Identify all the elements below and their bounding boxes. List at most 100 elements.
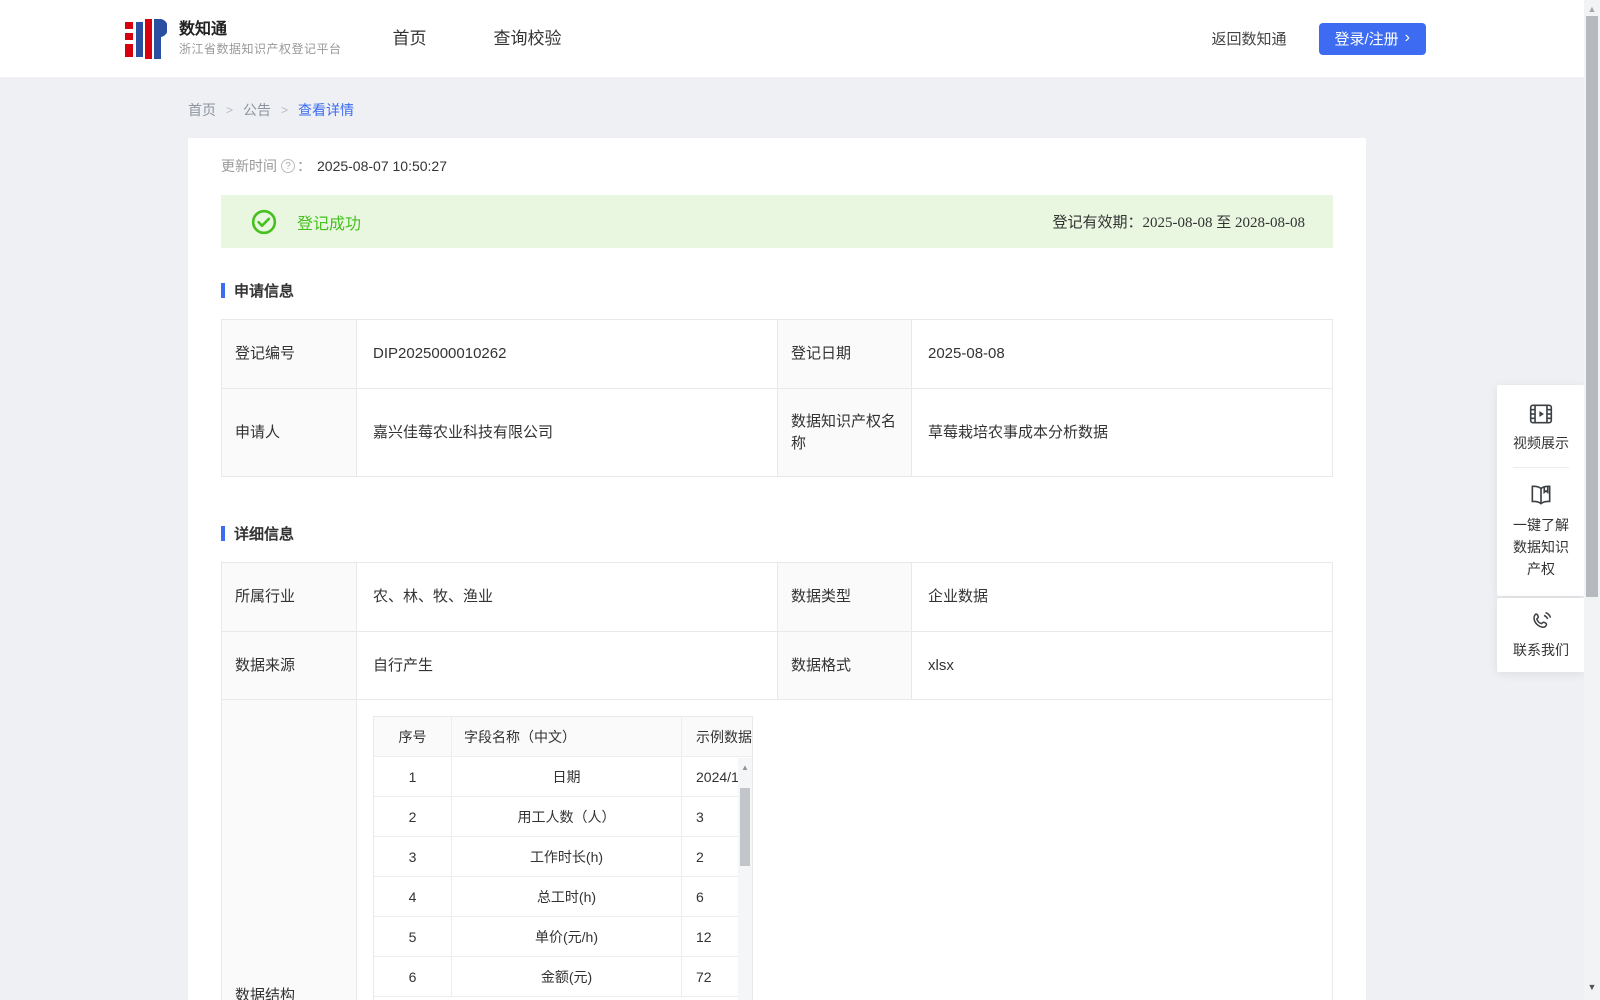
registration-number: DIP2025000010262	[357, 320, 778, 389]
data-ip-name: 草莓栽培农事成本分析数据	[912, 389, 1333, 477]
detail-info-table: 所属行业 农、林、牧、渔业 数据类型 企业数据 数据来源 自行产生 数据格式 x…	[221, 562, 1333, 1000]
column-header: 字段名称（中文）	[452, 717, 682, 756]
table-label: 所属行业	[222, 563, 357, 632]
top-nav: 首页 查询校验	[387, 0, 568, 78]
back-to-shuzhitong-link[interactable]: 返回数知通	[1211, 28, 1286, 49]
registration-date: 2025-08-08	[912, 320, 1333, 389]
table-cell: 5	[374, 917, 452, 956]
table-row: 5 单价(元/h) 12	[374, 917, 752, 957]
video-icon	[1529, 404, 1553, 424]
data-format-value: xlsx	[912, 632, 1333, 700]
table-cell: 3	[374, 837, 452, 876]
industry-value: 农、林、牧、渔业	[357, 563, 778, 632]
breadcrumb-home[interactable]: 首页	[188, 100, 216, 120]
section-detail-title: 详细信息	[234, 526, 295, 543]
section-application-title: 申请信息	[234, 283, 295, 300]
logo-title: 数知通	[179, 20, 228, 38]
update-time-value: 2025-08-07 10:50:27	[317, 158, 447, 174]
table-cell: 工作时长(h)	[452, 837, 682, 876]
table-row: 1 日期 2024/1/1	[374, 757, 752, 797]
book-icon	[1531, 485, 1551, 505]
logo-subtitle: 浙江省数据知识产权登记平台	[179, 41, 342, 56]
table-cell: 单价(元/h)	[452, 917, 682, 956]
learn-data-ip-label: 一键了解数据知识产权	[1513, 517, 1569, 577]
breadcrumb-separator: >	[226, 103, 234, 117]
table-label: 数据格式	[778, 632, 912, 700]
scroll-up-arrow-icon[interactable]: ▲	[738, 764, 752, 772]
section-bar	[221, 283, 225, 298]
learn-data-ip-item[interactable]: 一键了解数据知识产权	[1503, 482, 1579, 580]
logo[interactable]: 数知通 浙江省数据知识产权登记平台	[125, 17, 342, 61]
update-time-row: 更新时间 ? ： 2025-08-07 10:50:27	[221, 156, 1333, 176]
table-cell: 用工人数（人）	[452, 797, 682, 836]
column-header: 示例数据	[696, 728, 752, 745]
table-row: 6 金额(元) 72	[374, 957, 752, 997]
table-label: 数据知识产权名称	[778, 389, 912, 477]
table-label: 登记编号	[222, 320, 357, 389]
applicant-name: 嘉兴佳莓农业科技有限公司	[357, 389, 778, 477]
structure-table-body: 1 日期 2024/1/1 2 用工人数（人） 3 3 工作时长(h) 2 4 总工时(h) 6 5 单价…	[374, 757, 752, 997]
table-label: 登记日期	[778, 320, 912, 389]
data-source-value: 自行产生	[357, 632, 778, 700]
breadcrumb-announcement[interactable]: 公告	[243, 100, 271, 120]
validity-value: 2025-08-08 至 2028-08-08	[1142, 215, 1305, 231]
chevron-right-icon: ›	[1404, 28, 1410, 46]
scroll-up-arrow-icon[interactable]: ▲	[1584, 4, 1600, 14]
data-structure-cell: 序号 字段名称（中文） 示例数据 1 日期 2024/1/1 2 用工人数（人） 3 3 工作…	[357, 700, 1333, 1000]
validity-label: 登记有效期：	[1052, 215, 1143, 231]
nav-item-query-verify[interactable]: 查询校验	[488, 0, 568, 78]
table-row: 申请人 嘉兴佳莓农业科技有限公司 数据知识产权名称 草莓栽培农事成本分析数据	[222, 389, 1333, 477]
table-cell: 4	[374, 877, 452, 916]
floating-widget-panel: 视频展示 一键了解数据知识产权	[1497, 385, 1585, 596]
table-label: 数据类型	[778, 563, 912, 632]
contact-widget[interactable]: 联系我们	[1497, 598, 1585, 672]
content-card: 更新时间 ? ： 2025-08-07 10:50:27 登记成功 登记有效期：…	[188, 138, 1366, 1000]
table-cell: 6	[374, 957, 452, 996]
table-cell: 2	[374, 797, 452, 836]
table-cell: 1	[374, 757, 452, 796]
breadcrumb: 首页 > 公告 > 查看详情	[0, 78, 1600, 120]
section-detail-info: 详细信息	[221, 523, 1333, 544]
scroll-down-arrow-icon[interactable]: ▼	[1584, 982, 1600, 992]
banner-status: 登记成功	[251, 209, 361, 235]
section-bar	[221, 526, 225, 541]
status-text: 登记成功	[297, 215, 362, 233]
video-demo-item[interactable]: 视频展示	[1503, 401, 1579, 453]
table-row: 登记编号 DIP2025000010262 登记日期 2025-08-08	[222, 320, 1333, 389]
divider	[1513, 467, 1569, 468]
login-register-button[interactable]: 登录/注册 ›	[1318, 22, 1426, 55]
data-structure-label: 数据结构	[222, 700, 357, 1000]
logo-icon	[125, 18, 167, 59]
inner-scrollbar-thumb[interactable]	[740, 788, 750, 866]
update-time-label: 更新时间	[221, 158, 277, 174]
structure-table-header: 序号 字段名称（中文） 示例数据	[374, 717, 752, 757]
section-application-info: 申请信息	[221, 280, 1333, 301]
help-icon[interactable]: ?	[281, 159, 295, 173]
table-row: 3 工作时长(h) 2	[374, 837, 752, 877]
nav-item-home[interactable]: 首页	[387, 0, 433, 78]
table-row: 数据来源 自行产生 数据格式 xlsx	[222, 632, 1333, 700]
table-row: 2 用工人数（人） 3	[374, 797, 752, 837]
top-header: 数知通 浙江省数据知识产权登记平台 首页 查询校验 返回数知通 登录/注册 ›	[0, 0, 1600, 78]
column-header: 序号	[374, 717, 452, 756]
page: 数知通 浙江省数据知识产权登记平台 首页 查询校验 返回数知通 登录/注册 › …	[0, 0, 1600, 1000]
application-info-table: 登记编号 DIP2025000010262 登记日期 2025-08-08 申请…	[221, 319, 1333, 477]
page-scrollbar-thumb[interactable]	[1586, 16, 1598, 597]
table-cell: 总工时(h)	[452, 877, 682, 916]
logo-text: 数知通 浙江省数据知识产权登记平台	[179, 20, 342, 58]
breadcrumb-current: 查看详情	[298, 102, 355, 118]
page-scrollbar[interactable]: ▲ ▼	[1584, 0, 1600, 1000]
structure-table: 序号 字段名称（中文） 示例数据 1 日期 2024/1/1 2 用工人数（人） 3 3 工作…	[373, 716, 753, 1000]
table-cell: 日期	[452, 757, 682, 796]
video-demo-label: 视频展示	[1513, 435, 1569, 451]
success-check-icon	[251, 209, 277, 234]
table-label: 申请人	[222, 389, 357, 477]
contact-us-label: 联系我们	[1513, 642, 1569, 658]
success-banner: 登记成功 登记有效期：2025-08-08 至 2028-08-08	[221, 195, 1333, 248]
table-row: 数据结构 序号 字段名称（中文） 示例数据 1 日期 2024/1/1 2 用工人数（人…	[222, 700, 1333, 1000]
breadcrumb-separator: >	[281, 103, 289, 117]
inner-scrollbar[interactable]: ▲	[738, 758, 752, 1000]
table-cell: 金额(元)	[452, 957, 682, 996]
login-register-label: 登录/注册	[1334, 31, 1399, 48]
table-row: 4 总工时(h) 6	[374, 877, 752, 917]
